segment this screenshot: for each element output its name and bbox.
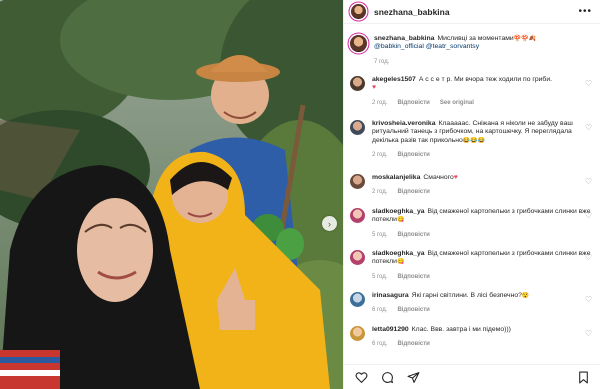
comment-text: А с с е т р. Ми вчора теж ходили по гриб… xyxy=(418,76,553,83)
comment-username[interactable]: sladkoeghka_ya xyxy=(372,250,425,257)
comment-emoji: 😂😂😂 xyxy=(462,137,486,144)
comment-like-heart-icon[interactable]: ♡ xyxy=(585,80,592,88)
caption-time: 7 год. xyxy=(374,58,390,65)
post-header: snezhana_babkina ••• xyxy=(344,0,600,24)
comment-text: Які гарні світлини. В лісі безпечно? xyxy=(411,292,522,299)
comment-icon[interactable] xyxy=(379,369,395,385)
next-photo-chevron-icon[interactable]: › xyxy=(322,216,337,231)
comment-time: 5 год. xyxy=(372,231,388,238)
commenter-avatar[interactable] xyxy=(350,174,365,189)
comment-time: 2 год. xyxy=(372,152,388,159)
comment-like-heart-icon[interactable]: ♡ xyxy=(585,124,592,132)
comment-like-heart-icon[interactable]: ♡ xyxy=(585,178,592,186)
comment-text: Смачного xyxy=(423,174,454,181)
comment-item: krivosheia.veronika Клааааас. Сніжана я н… xyxy=(350,120,596,160)
comment-username[interactable]: akegeles1507 xyxy=(372,76,416,83)
comment-emoji: 😋 xyxy=(396,259,405,266)
comment-time: 2 год. xyxy=(372,189,388,196)
reply-button[interactable]: Відповісти xyxy=(397,306,429,314)
reply-button[interactable]: Відповісти xyxy=(397,151,429,159)
comments-list[interactable]: snezhana_babkina Мисливці за моментами🍄🍄🍂… xyxy=(344,25,600,364)
commenter-avatar[interactable] xyxy=(350,292,365,307)
reply-button[interactable]: Відповісти xyxy=(397,340,429,348)
comment-username[interactable]: letta091290 xyxy=(372,326,409,333)
comment-like-heart-icon[interactable]: ♡ xyxy=(585,330,592,338)
comment-emoji: ♥ xyxy=(453,174,458,181)
commenter-avatar[interactable] xyxy=(350,76,365,91)
comment-item: akegeles1507 А с с е т р. Ми вчора теж хо… xyxy=(350,76,596,107)
comment-text: Клас. Ввв. завтра і ми підемо))) xyxy=(411,326,511,333)
comment-username[interactable]: krivosheia.veronika xyxy=(372,120,435,127)
instagram-post-modal: › snezhana_babkina ••• snezhana_babkina М… xyxy=(0,0,600,389)
reply-button[interactable]: Відповісти xyxy=(397,188,429,196)
reply-button[interactable]: Відповісти xyxy=(397,273,429,281)
share-icon[interactable] xyxy=(405,369,421,385)
comment-like-heart-icon[interactable]: ♡ xyxy=(585,212,592,220)
comment-item: sladkoeghka_ya Від смаженої картопельки з… xyxy=(350,208,596,239)
comment-time: 5 год. xyxy=(372,273,388,280)
post-actions-bar xyxy=(344,364,600,389)
comment-like-heart-icon[interactable]: ♡ xyxy=(585,296,592,304)
comment-item: moskalanjelika Смачного♥ 2 год. Відповіст… xyxy=(350,174,596,197)
comment-username[interactable]: moskalanjelika xyxy=(372,174,420,181)
comment-username[interactable]: sladkoeghka_ya xyxy=(372,208,425,215)
comment-emoji: 😯 xyxy=(521,293,530,299)
caption-avatar[interactable] xyxy=(350,35,367,52)
reply-button[interactable]: Відповісти xyxy=(397,231,429,239)
comment-item: irinasagura Які гарні світлини. В лісі бе… xyxy=(350,292,596,315)
reply-button[interactable]: Відповісти xyxy=(397,99,429,107)
post-photo[interactable]: › xyxy=(0,0,343,389)
commenter-avatar[interactable] xyxy=(350,326,365,341)
commenter-avatar[interactable] xyxy=(350,250,365,265)
heart-icon[interactable] xyxy=(353,369,369,385)
bookmark-icon[interactable] xyxy=(575,369,591,385)
caption-emoji: 🍄🍄🍂 xyxy=(513,36,537,42)
author-avatar[interactable] xyxy=(351,4,366,19)
selfie-photo-illustration xyxy=(0,0,343,389)
comment-item: letta091290 Клас. Ввв. завтра і ми підемо… xyxy=(350,326,596,349)
comment-emoji: 😋 xyxy=(396,217,405,224)
post-caption: snezhana_babkina Мисливці за моментами🍄🍄🍂… xyxy=(350,35,596,66)
author-username[interactable]: snezhana_babkina xyxy=(374,7,578,17)
commenter-avatar[interactable] xyxy=(350,120,365,135)
post-sidebar: snezhana_babkina ••• snezhana_babkina Мис… xyxy=(343,0,600,389)
comment-time: 6 год. xyxy=(372,341,388,348)
comment-username[interactable]: irinasagura xyxy=(372,292,409,299)
comment-emoji: ♥ xyxy=(372,84,377,92)
comment-item: sladkoeghka_ya Від смаженої картопельки з… xyxy=(350,250,596,281)
caption-mentions[interactable]: @babkin_official @teatr_sorvantsy xyxy=(374,43,596,51)
caption-username[interactable]: snezhana_babkina xyxy=(374,35,434,42)
commenter-avatar[interactable] xyxy=(350,208,365,223)
comment-time: 2 год. xyxy=(372,99,388,106)
see-original-button[interactable]: See original xyxy=(440,99,474,107)
more-horizontal-icon[interactable]: ••• xyxy=(578,6,592,17)
comment-like-heart-icon[interactable]: ♡ xyxy=(585,254,592,262)
caption-text: Мисливці за моментами xyxy=(437,35,514,42)
comment-time: 6 год. xyxy=(372,307,388,314)
